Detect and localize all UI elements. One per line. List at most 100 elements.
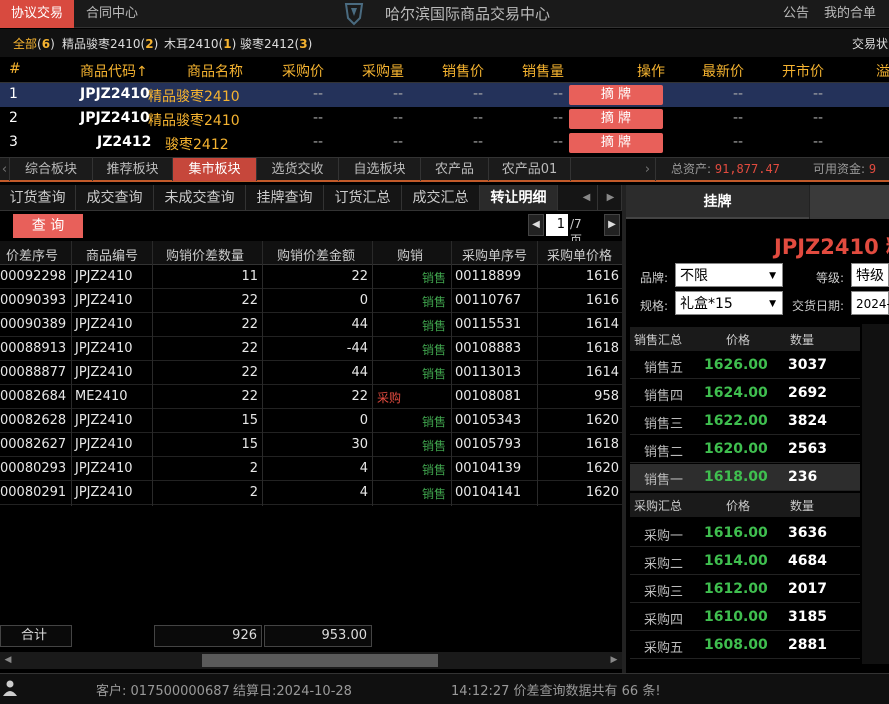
tabs-next-icon[interactable]: ▶ bbox=[600, 185, 622, 211]
table-row[interactable]: 00090389 JPJZ2410 22 44 销售 00115531 1614 bbox=[0, 313, 622, 337]
tab-transfer-detail[interactable]: 转让明细 bbox=[480, 185, 558, 211]
tab-protocol-trade[interactable]: 协议交易 bbox=[0, 0, 74, 28]
col-product-no[interactable]: 商品编号 bbox=[86, 245, 138, 264]
level-price: 1624.00 bbox=[704, 385, 768, 401]
sell-level-row[interactable]: 销售四 1624.00 2692 bbox=[630, 380, 860, 407]
filter-all[interactable]: 全部(6) bbox=[13, 35, 55, 52]
prev-page-icon[interactable]: ◀ bbox=[528, 214, 544, 236]
table-row[interactable]: 00092298 JPJZ2410 11 22 销售 00118899 1616 bbox=[0, 265, 622, 289]
sell-level-row[interactable]: 销售五 1626.00 3037 bbox=[630, 352, 860, 379]
horizontal-scrollbar[interactable]: ◀ ▶ bbox=[0, 652, 622, 669]
buy-level-row[interactable]: 采购一 1616.00 3636 bbox=[630, 520, 860, 547]
table-row[interactable]: 00090393 JPJZ2410 22 0 销售 00110767 1616 bbox=[0, 289, 622, 313]
col-name[interactable]: 商品名称 bbox=[187, 61, 243, 81]
table-row[interactable]: 00088877 JPJZ2410 22 44 销售 00113013 1614 bbox=[0, 361, 622, 385]
sell-level-row[interactable]: 销售三 1622.00 3824 bbox=[630, 408, 860, 435]
col-spread-amount[interactable]: 购销价差金额 bbox=[277, 245, 355, 264]
market-row[interactable]: 1 JPJZ2410 精品骏枣2410 -- -- -- -- 摘 牌 -- -… bbox=[0, 83, 889, 107]
my-contract-link[interactable]: 我的合单 bbox=[824, 0, 876, 28]
col-buy-order-price[interactable]: 采购单价格 bbox=[547, 245, 612, 264]
buy-level-row[interactable]: 采购二 1614.00 4684 bbox=[630, 548, 860, 575]
row-buy-price: -- bbox=[313, 110, 324, 126]
col-buy-qty[interactable]: 采购量 bbox=[362, 61, 404, 81]
tabs-prev-icon[interactable]: ◀ bbox=[576, 185, 598, 211]
scroll-right-icon[interactable]: ▶ bbox=[608, 654, 620, 667]
sector-scroll-right-icon[interactable]: › bbox=[640, 158, 656, 181]
delist-button[interactable]: 摘 牌 bbox=[569, 133, 663, 153]
table-row[interactable]: 00080291 JPJZ2410 2 4 销售 00104141 1620 bbox=[0, 481, 622, 505]
buy-level-row[interactable]: 采购四 1610.00 3185 bbox=[630, 604, 860, 631]
col-open-price[interactable]: 开市价 bbox=[782, 61, 824, 81]
next-page-icon[interactable]: ▶ bbox=[604, 214, 620, 236]
table-row[interactable]: 00082628 JPJZ2410 15 0 销售 00105343 1620 bbox=[0, 409, 622, 433]
cell-spread-qty: 22 bbox=[241, 317, 258, 332]
filter-me2410[interactable]: 木耳2410(1) bbox=[164, 35, 236, 52]
tab-sector-agri[interactable]: 农产品 bbox=[421, 158, 489, 181]
tab-listing-secondary[interactable] bbox=[810, 185, 889, 219]
tab-pending-query[interactable]: 未成交查询 bbox=[154, 185, 246, 211]
table-row[interactable]: 00082627 JPJZ2410 15 30 销售 00105793 1618 bbox=[0, 433, 622, 457]
sell-level-row[interactable]: 销售一 1618.00 236 bbox=[630, 464, 860, 491]
brand-select[interactable]: 不限 ▼ bbox=[675, 263, 783, 287]
right-scrollbar[interactable] bbox=[862, 324, 889, 664]
tab-order-summary[interactable]: 订货汇总 bbox=[324, 185, 402, 211]
filter-jz2412[interactable]: 骏枣2412(3) bbox=[240, 35, 312, 52]
cell-spread-qty: 15 bbox=[241, 437, 258, 452]
col-spread-qty[interactable]: 购销价差数量 bbox=[166, 245, 244, 264]
delivery-date-input[interactable]: 2024- bbox=[851, 291, 889, 315]
level-price: 1612.00 bbox=[704, 581, 768, 597]
tab-deal-summary[interactable]: 成交汇总 bbox=[402, 185, 480, 211]
tab-contract-center[interactable]: 合同中心 bbox=[86, 0, 138, 28]
page-input[interactable]: 1 bbox=[546, 214, 568, 236]
col-spread-no[interactable]: 价差序号 bbox=[6, 245, 58, 264]
tab-deal-query[interactable]: 成交查询 bbox=[76, 185, 154, 211]
grade-select[interactable]: 特级 bbox=[851, 263, 889, 287]
cell-spread-no: 00080293 bbox=[0, 461, 67, 476]
buy-price-col: 价格 bbox=[726, 499, 751, 513]
delist-button[interactable]: 摘 牌 bbox=[569, 85, 663, 105]
tab-sector-general[interactable]: 综合板块 bbox=[10, 158, 93, 181]
user-icon[interactable] bbox=[3, 680, 17, 696]
scroll-left-icon[interactable]: ◀ bbox=[2, 654, 14, 667]
cell-spread-no: 00090393 bbox=[0, 293, 67, 308]
cell-spread-qty: 22 bbox=[241, 365, 258, 380]
cell-buy-order-no: 00105793 bbox=[455, 437, 522, 452]
tab-sector-select-delivery[interactable]: 选货交收 bbox=[257, 158, 339, 181]
buy-level-row[interactable]: 采购五 1608.00 2881 bbox=[630, 632, 860, 659]
tab-listing-query[interactable]: 挂牌查询 bbox=[246, 185, 324, 211]
scroll-thumb[interactable] bbox=[202, 654, 438, 667]
notice-link[interactable]: 公告 bbox=[783, 0, 809, 28]
tab-sector-recommended[interactable]: 推荐板块 bbox=[93, 158, 173, 181]
col-sell-qty[interactable]: 销售量 bbox=[522, 61, 564, 81]
sell-level-row[interactable]: 销售二 1620.00 2563 bbox=[630, 436, 860, 463]
table-row[interactable]: 00082684 ME2410 22 22 采购 00108081 958 bbox=[0, 385, 622, 409]
tab-sector-custom[interactable]: 自选板块 bbox=[339, 158, 421, 181]
buy-level-row[interactable]: 采购三 1612.00 2017 bbox=[630, 576, 860, 603]
delist-button[interactable]: 摘 牌 bbox=[569, 109, 663, 129]
cell-product-no: JPJZ2410 bbox=[75, 269, 133, 284]
tab-sector-market[interactable]: 集市板块 bbox=[173, 158, 257, 181]
table-row[interactable]: 00088913 JPJZ2410 22 -44 销售 00108883 1618 bbox=[0, 337, 622, 361]
level-qty: 2692 bbox=[788, 385, 827, 401]
tab-order-query[interactable]: 订货查询 bbox=[0, 185, 76, 211]
delivery-date-label: 交货日期: bbox=[792, 299, 845, 313]
top-bar: 协议交易 合同中心 哈尔滨国际商品交易中心 公告 我的合单 bbox=[0, 0, 889, 28]
col-latest-price[interactable]: 最新价 bbox=[702, 61, 744, 81]
market-row[interactable]: 3 JZ2412 骏枣2412 -- -- -- -- 摘 牌 -- -- bbox=[0, 131, 889, 155]
query-button[interactable]: 查 询 bbox=[13, 214, 83, 238]
cell-buy-order-no: 00113013 bbox=[455, 365, 522, 380]
cell-spread-no: 00082628 bbox=[0, 413, 67, 428]
col-sell-price[interactable]: 销售价 bbox=[442, 61, 484, 81]
sector-scroll-left-icon[interactable]: ‹ bbox=[0, 158, 10, 181]
tab-sector-agri01[interactable]: 农产品01 bbox=[489, 158, 571, 181]
col-code[interactable]: 商品代码↑ bbox=[80, 61, 148, 81]
tab-listing[interactable]: 挂牌 bbox=[626, 185, 809, 219]
market-row[interactable]: 2 JPJZ2410 精品骏枣2410 -- -- -- -- 摘 牌 -- -… bbox=[0, 107, 889, 131]
col-buy-order-no[interactable]: 采购单序号 bbox=[462, 245, 527, 264]
spec-select[interactable]: 礼盒*15 ▼ bbox=[675, 291, 783, 315]
col-buy-sell[interactable]: 购销 bbox=[397, 245, 423, 264]
table-row[interactable]: 00080293 JPJZ2410 2 4 销售 00104139 1620 bbox=[0, 457, 622, 481]
col-buy-price[interactable]: 采购价 bbox=[282, 61, 324, 81]
filter-jpjz2410[interactable]: 精品骏枣2410(2) bbox=[62, 35, 158, 52]
col-premium[interactable]: 溢 bbox=[876, 61, 889, 81]
